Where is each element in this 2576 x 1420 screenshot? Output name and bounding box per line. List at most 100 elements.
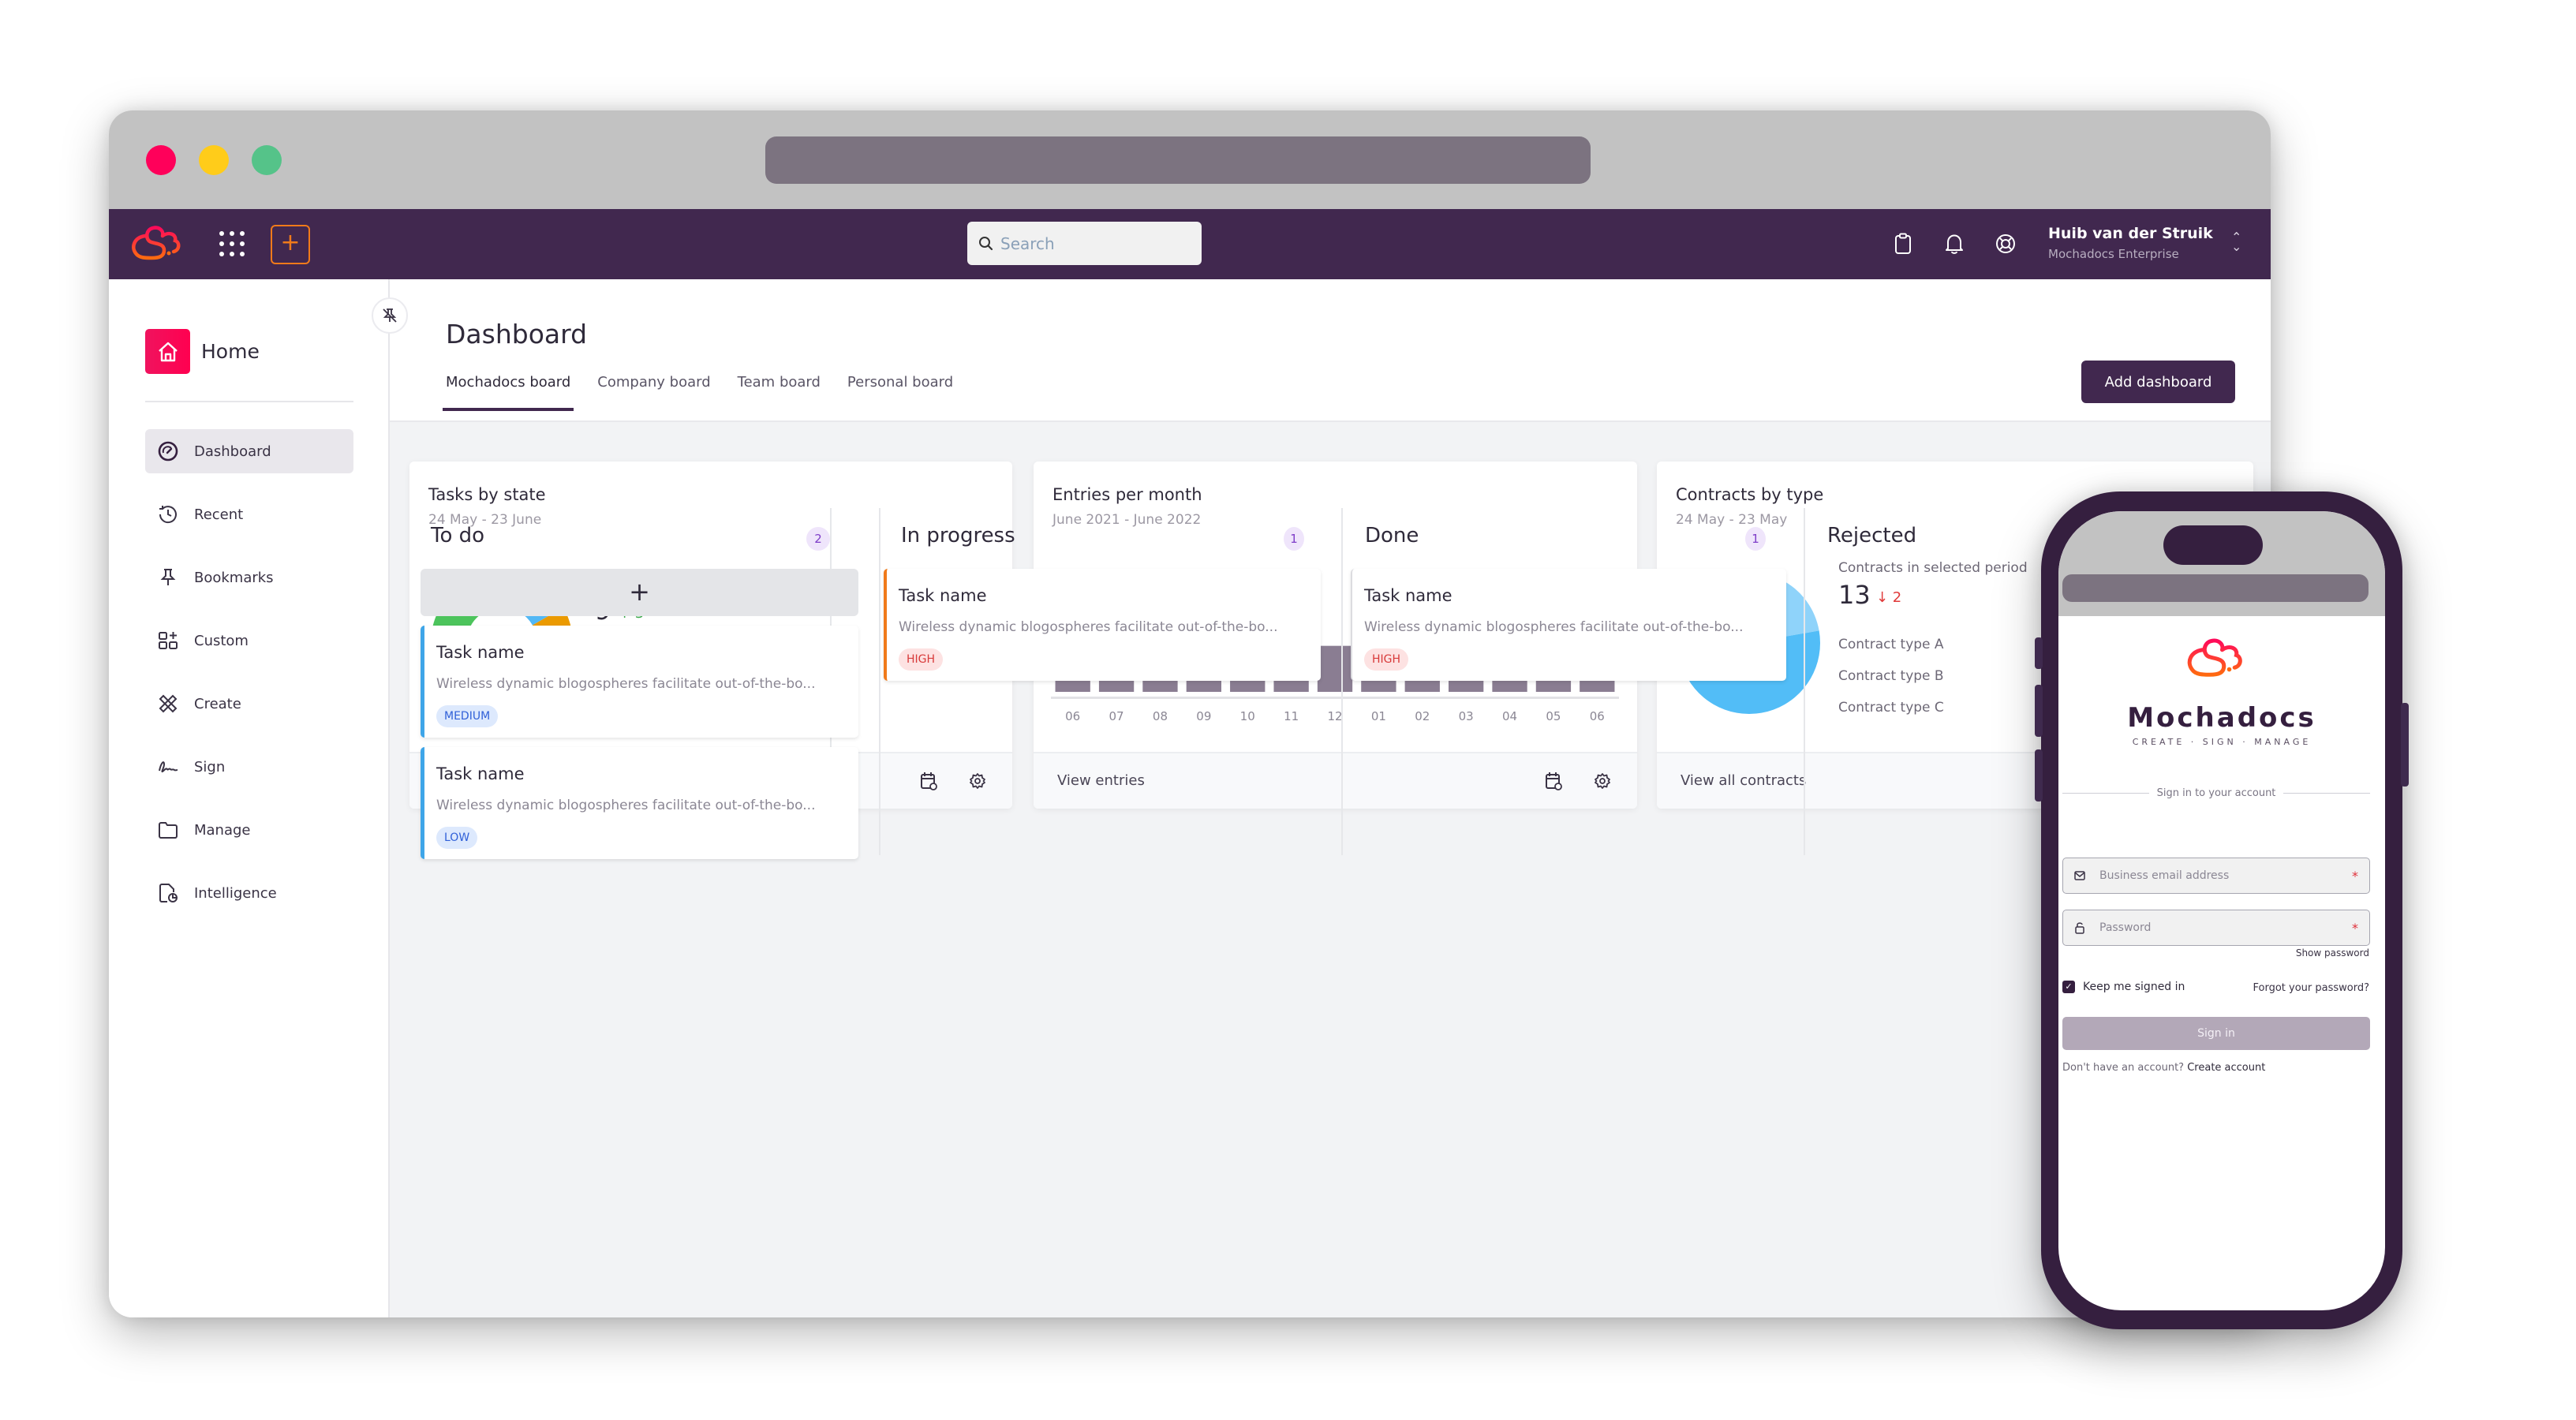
app-header: + Huib van der Struik Mochadocs Enterpri… [109, 209, 2271, 279]
column-title: Rejected [1827, 524, 1917, 547]
task-card[interactable]: Task name Wireless dynamic blogospheres … [421, 747, 858, 859]
phone-screen: Mochadocs CREATE · SIGN · MANAGE Sign in… [2058, 511, 2385, 1310]
checkbox-checked-icon[interactable]: ✓ [2062, 981, 2075, 993]
sign-in-divider: Sign in to your account [2062, 787, 2370, 799]
password-field[interactable]: * [2062, 910, 2370, 946]
required-marker: * [2352, 868, 2358, 884]
task-name: Task name [1364, 586, 1453, 605]
widgets-add-icon [159, 632, 178, 649]
sidebar-item-label: Custom [194, 632, 249, 649]
mochadocs-logo-icon [2187, 638, 2242, 677]
window-maximize-button[interactable] [252, 145, 282, 175]
sidebar-item-recent[interactable]: Recent [145, 492, 353, 536]
task-description: Wireless dynamic blogospheres facilitate… [899, 619, 1278, 635]
sidebar-item-bookmarks[interactable]: Bookmarks [145, 555, 353, 600]
task-name: Task name [899, 586, 987, 605]
task-description: Wireless dynamic blogospheres facilitate… [436, 798, 816, 813]
sidebar-item-custom[interactable]: Custom [145, 618, 353, 663]
task-card[interactable]: Task name Wireless dynamic blogospheres … [1351, 569, 1786, 681]
priority-badge: HIGH [1364, 648, 1409, 671]
clipboard-icon[interactable] [1887, 228, 1919, 260]
create-account-link[interactable]: Create account [2187, 1062, 2265, 1074]
x-tick-label: 12 [1327, 709, 1342, 723]
column-title: Done [1365, 524, 1419, 547]
column-count-badge: 1 [1745, 527, 1766, 551]
page-title: Dashboard [446, 319, 588, 349]
sidebar-nav: Dashboard Recent Bookmarks Custom Create… [145, 429, 353, 934]
unpin-sidebar-button[interactable] [372, 297, 408, 334]
help-lifebuoy-icon[interactable] [1990, 228, 2021, 260]
task-description: Wireless dynamic blogospheres facilitate… [436, 676, 816, 692]
user-organization: Mochadocs Enterprise [2048, 247, 2179, 261]
mail-icon [2074, 871, 2085, 880]
chevron-up-down-icon[interactable]: ⌃ ⌄ [2231, 231, 2241, 253]
tab-company-board[interactable]: Company board [597, 374, 710, 408]
sign-in-button[interactable]: Sign in [2062, 1017, 2370, 1050]
forgot-password-link[interactable]: Forgot your password? [2253, 982, 2369, 994]
tab-mochadocs-board[interactable]: Mochadocs board [442, 374, 574, 411]
keep-signed-in-label: Keep me signed in [2083, 981, 2185, 993]
browser-window: + Huib van der Struik Mochadocs Enterpri… [109, 110, 2271, 1317]
column-count-badge: 1 [1284, 527, 1304, 551]
phone-address-bar[interactable] [2062, 574, 2368, 602]
apps-grid-button[interactable] [218, 230, 246, 258]
mochadocs-logo-icon[interactable] [128, 220, 191, 267]
card-title: Entries per month [1052, 485, 1202, 504]
window-close-button[interactable] [146, 145, 176, 175]
tab-personal-board[interactable]: Personal board [847, 374, 953, 408]
tab-team-board[interactable]: Team board [738, 374, 821, 408]
card-title: Tasks by state [428, 485, 546, 504]
pin-icon [160, 569, 176, 585]
sidebar-item-label: Manage [194, 821, 251, 839]
phone-mockup: Mochadocs CREATE · SIGN · MANAGE Sign in… [2035, 491, 2409, 1329]
signature-icon [159, 761, 178, 773]
show-password-link[interactable]: Show password [2296, 947, 2369, 958]
lock-open-icon [2075, 922, 2084, 934]
user-name: Huib van der Struik [2048, 225, 2213, 242]
sidebar-item-create[interactable]: Create [145, 682, 353, 726]
task-card[interactable]: Task name Wireless dynamic blogospheres … [884, 569, 1321, 681]
phone-volume-down-button [2035, 749, 2043, 802]
main-content: Dashboard Mochadocs board Company board … [390, 279, 2271, 1317]
create-account-row: Don't have an account? Create account [2062, 1062, 2265, 1074]
add-task-button[interactable]: + [421, 569, 858, 616]
window-minimize-button[interactable] [199, 145, 229, 175]
required-marker: * [2352, 920, 2358, 936]
create-new-button[interactable]: + [271, 225, 310, 264]
gauge-icon [158, 441, 178, 462]
password-input[interactable] [2099, 921, 2352, 934]
kanban-column-in-progress: In progress 1 Task name Wireless dynamic… [879, 508, 1321, 855]
dynamic-island [2163, 525, 2263, 565]
sidebar-item-label: Sign [194, 758, 226, 775]
search-input[interactable] [1000, 234, 1190, 253]
brand-wordmark: Mochadocs [2127, 702, 2316, 734]
home-icon [145, 329, 190, 374]
history-icon [159, 506, 177, 524]
add-dashboard-button[interactable]: Add dashboard [2081, 361, 2235, 403]
keep-signed-in-checkbox[interactable]: ✓ Keep me signed in [2062, 981, 2185, 993]
column-title: In progress [901, 524, 1015, 547]
task-name: Task name [436, 764, 525, 783]
sidebar-home[interactable]: Home [145, 329, 260, 374]
phone-side-button [2035, 637, 2043, 669]
sidebar-item-intelligence[interactable]: Intelligence [145, 871, 353, 915]
sidebar-item-label: Bookmarks [194, 569, 274, 586]
sidebar-item-label: Recent [194, 506, 244, 523]
sidebar-item-label: Intelligence [194, 884, 277, 902]
no-account-text: Don't have an account? [2062, 1062, 2185, 1074]
sidebar-item-sign[interactable]: Sign [145, 745, 353, 789]
bell-icon[interactable] [1939, 228, 1970, 260]
email-input[interactable] [2099, 869, 2352, 882]
phone-volume-up-button [2035, 685, 2043, 737]
address-bar[interactable] [765, 136, 1591, 184]
sidebar-item-manage[interactable]: Manage [145, 808, 353, 852]
user-menu[interactable]: Huib van der Struik Mochadocs Enterprise [2048, 225, 2213, 261]
search-box[interactable] [967, 222, 1202, 265]
task-card[interactable]: Task name Wireless dynamic blogospheres … [421, 626, 858, 738]
sidebar: Home Dashboard Recent Bookmarks Custom C… [109, 279, 408, 1317]
sidebar-item-dashboard[interactable]: Dashboard [145, 429, 353, 473]
email-field[interactable]: * [2062, 858, 2370, 894]
priority-badge: MEDIUM [436, 705, 499, 727]
file-chart-icon [159, 884, 178, 902]
sidebar-item-label: Create [194, 695, 241, 712]
